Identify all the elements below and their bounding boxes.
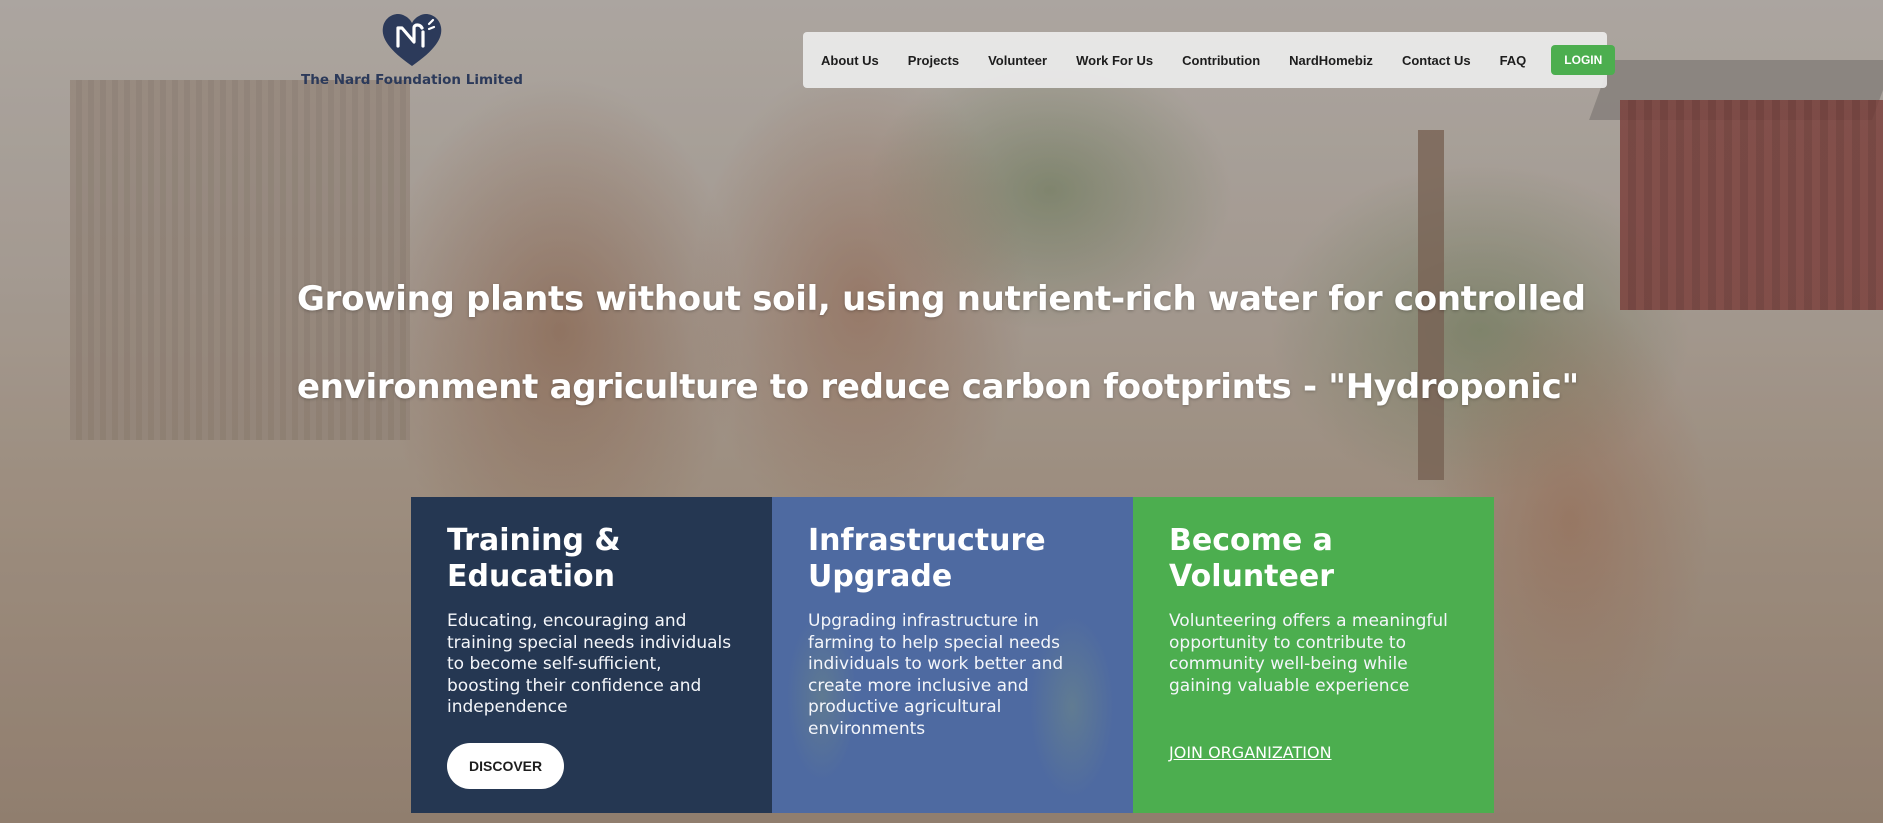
- nav-item-contribution[interactable]: Contribution: [1182, 53, 1260, 68]
- card-infrastructure-upgrade: Infrastructure Upgrade Upgrading infrast…: [772, 497, 1133, 813]
- card-training-education: Training & Education Educating, encourag…: [411, 497, 772, 813]
- login-button[interactable]: LOGIN: [1551, 45, 1616, 75]
- card-title-line: Training &: [447, 523, 621, 558]
- card-title-line: Upgrade: [808, 559, 953, 594]
- card-title-line: Education: [447, 559, 615, 594]
- card-title: Training & Education: [447, 523, 736, 595]
- nav-item-projects[interactable]: Projects: [908, 53, 959, 68]
- nav-item-nardhomebiz[interactable]: NardHomebiz: [1289, 53, 1373, 68]
- nav-item-work-for-us[interactable]: Work For Us: [1076, 53, 1153, 68]
- card-title: Become a Volunteer: [1169, 523, 1458, 595]
- card-description: Volunteering offers a meaningful opportu…: [1169, 611, 1448, 696]
- feature-cards: Training & Education Educating, encourag…: [411, 497, 1494, 813]
- card-title-line: Volunteer: [1169, 559, 1335, 594]
- discover-button[interactable]: DISCOVER: [447, 743, 565, 789]
- barn-decoration: [1620, 100, 1883, 310]
- card-title-line: Infrastructure: [808, 523, 1046, 558]
- barn-roof-decoration: [1589, 60, 1883, 120]
- nav-item-about-us[interactable]: About Us: [821, 53, 879, 68]
- card-title-line: Become a: [1169, 523, 1333, 558]
- nav-item-volunteer[interactable]: Volunteer: [988, 53, 1047, 68]
- join-organization-link[interactable]: JOIN ORGANIZATION: [1169, 743, 1332, 762]
- nav-item-faq[interactable]: FAQ: [1500, 53, 1527, 68]
- card-description: Educating, encouraging and training spec…: [447, 611, 732, 718]
- heart-n-logo-icon: [382, 14, 442, 66]
- card-title: Infrastructure Upgrade: [808, 523, 1097, 595]
- site-logo[interactable]: The Nard Foundation Limited: [297, 10, 527, 105]
- hero-headline: Growing plants without soil, using nutri…: [297, 279, 1586, 407]
- card-become-volunteer: Become a Volunteer Volunteering offers a…: [1133, 497, 1494, 813]
- main-navigation: About Us Projects Volunteer Work For Us …: [803, 32, 1616, 88]
- nav-item-contact-us[interactable]: Contact Us: [1402, 53, 1471, 68]
- brand-name: The Nard Foundation Limited: [301, 72, 523, 88]
- card-description: Upgrading infrastructure in farming to h…: [808, 611, 1064, 739]
